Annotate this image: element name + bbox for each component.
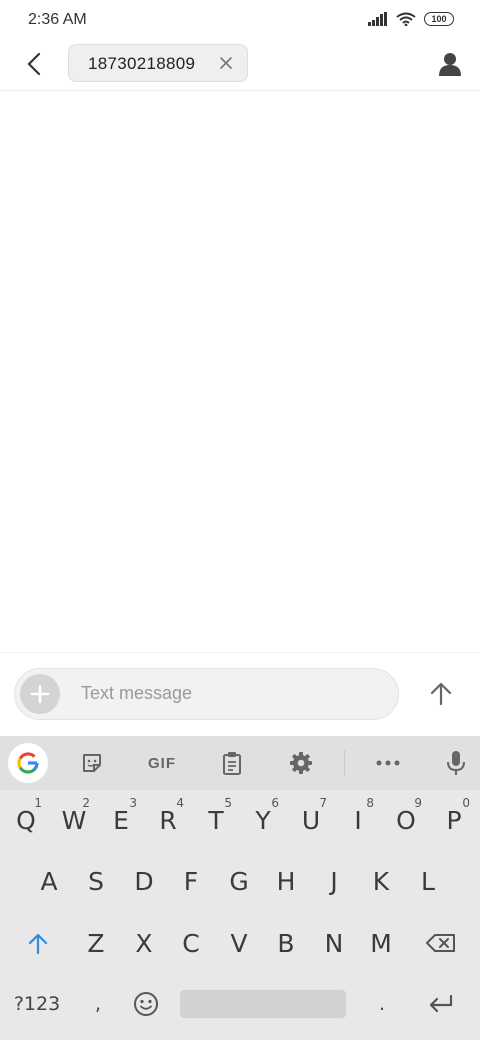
shift-icon — [28, 933, 48, 954]
key-w[interactable]: W2 — [50, 790, 98, 850]
key-u[interactable]: U7 — [287, 790, 335, 850]
key-row-2: A S D F G H J K L — [0, 851, 480, 911]
backspace-icon — [426, 934, 455, 952]
key-m[interactable]: M — [357, 913, 405, 973]
battery-icon: 100 — [424, 12, 454, 26]
key-n[interactable]: N — [310, 913, 358, 973]
conversation-area — [0, 91, 480, 652]
emoji-icon — [134, 992, 158, 1016]
attach-button[interactable] — [20, 674, 60, 714]
status-icons: 100 — [368, 12, 454, 26]
key-j[interactable]: J — [310, 851, 358, 911]
recipient-chip[interactable]: 18730218809 — [68, 44, 248, 82]
compose-box[interactable]: Text message — [14, 668, 399, 720]
contact-button[interactable] — [434, 48, 466, 80]
signal-icon — [368, 12, 387, 26]
key-o[interactable]: O9 — [382, 790, 430, 850]
sticker-icon — [83, 754, 101, 772]
gif-label: GIF — [148, 754, 176, 772]
gif-button[interactable]: GIF — [140, 746, 184, 780]
send-arrow-icon — [430, 682, 452, 706]
more-icon — [376, 760, 400, 766]
key-k[interactable]: K — [357, 851, 405, 911]
key-t[interactable]: T5 — [192, 790, 240, 850]
back-button[interactable] — [18, 48, 50, 80]
clipboard-button[interactable] — [216, 746, 248, 780]
key-c[interactable]: C — [167, 913, 215, 973]
clipboard-icon — [223, 752, 241, 775]
gear-icon — [290, 752, 312, 774]
key-h[interactable]: H — [262, 851, 310, 911]
status-bar: 2:36 AM 100 — [0, 0, 480, 40]
plus-icon — [30, 684, 50, 704]
voice-input-button[interactable] — [440, 746, 472, 780]
enter-icon — [429, 994, 453, 1013]
sticker-button[interactable] — [76, 746, 108, 780]
key-e[interactable]: E3 — [97, 790, 145, 850]
google-button[interactable] — [8, 743, 48, 783]
status-time: 2:36 AM — [28, 11, 87, 28]
key-row-3: Z X C V B N M — [0, 913, 480, 973]
send-button[interactable] — [424, 677, 458, 711]
contact-icon — [439, 53, 461, 76]
key-z[interactable]: Z — [72, 913, 120, 973]
key-l[interactable]: L — [404, 851, 452, 911]
symbols-key[interactable]: ?123 — [4, 974, 70, 1034]
microphone-icon — [447, 751, 465, 775]
period-key[interactable]: . — [358, 974, 406, 1034]
key-r[interactable]: R4 — [144, 790, 192, 850]
space-key[interactable] — [180, 990, 346, 1018]
conversation-header: 18730218809 — [0, 40, 480, 91]
message-input[interactable]: Text message — [81, 683, 192, 704]
key-x[interactable]: X — [120, 913, 168, 973]
key-g[interactable]: G — [215, 851, 263, 911]
compose-area: Text message — [0, 652, 480, 737]
key-f[interactable]: F — [167, 851, 215, 911]
wifi-icon — [396, 12, 416, 26]
backspace-key[interactable] — [416, 913, 466, 973]
key-i[interactable]: I8 — [334, 790, 382, 850]
close-icon[interactable] — [219, 56, 233, 70]
key-v[interactable]: V — [215, 913, 263, 973]
emoji-key[interactable] — [122, 974, 170, 1034]
keyboard: GIF Q 1 W 2 E 3 R 4 T 5 Y 6 U 7 I 8 O 9 … — [0, 736, 480, 1040]
key-p[interactable]: P0 — [430, 790, 478, 850]
key-q[interactable]: Q1 — [2, 790, 50, 850]
key-row-4: ?123 , . — [0, 974, 480, 1034]
key-row-1: Q1 W2 E3 R4 T5 Y6 U7 I8 O9 P0 — [0, 790, 480, 850]
key-a[interactable]: A — [25, 851, 73, 911]
enter-key[interactable] — [416, 974, 466, 1034]
recipient-number: 18730218809 — [88, 54, 196, 73]
back-arrow-icon — [27, 52, 41, 76]
key-b[interactable]: B — [262, 913, 310, 973]
key-y[interactable]: Y6 — [239, 790, 287, 850]
more-button[interactable] — [372, 746, 404, 780]
comma-key[interactable]: , — [74, 974, 122, 1034]
key-d[interactable]: D — [120, 851, 168, 911]
google-g-icon — [17, 752, 39, 774]
toolbar-divider — [344, 750, 345, 776]
settings-button[interactable] — [285, 746, 317, 780]
shift-key[interactable] — [14, 913, 62, 973]
keyboard-toolbar: GIF — [0, 736, 480, 790]
key-s[interactable]: S — [72, 851, 120, 911]
